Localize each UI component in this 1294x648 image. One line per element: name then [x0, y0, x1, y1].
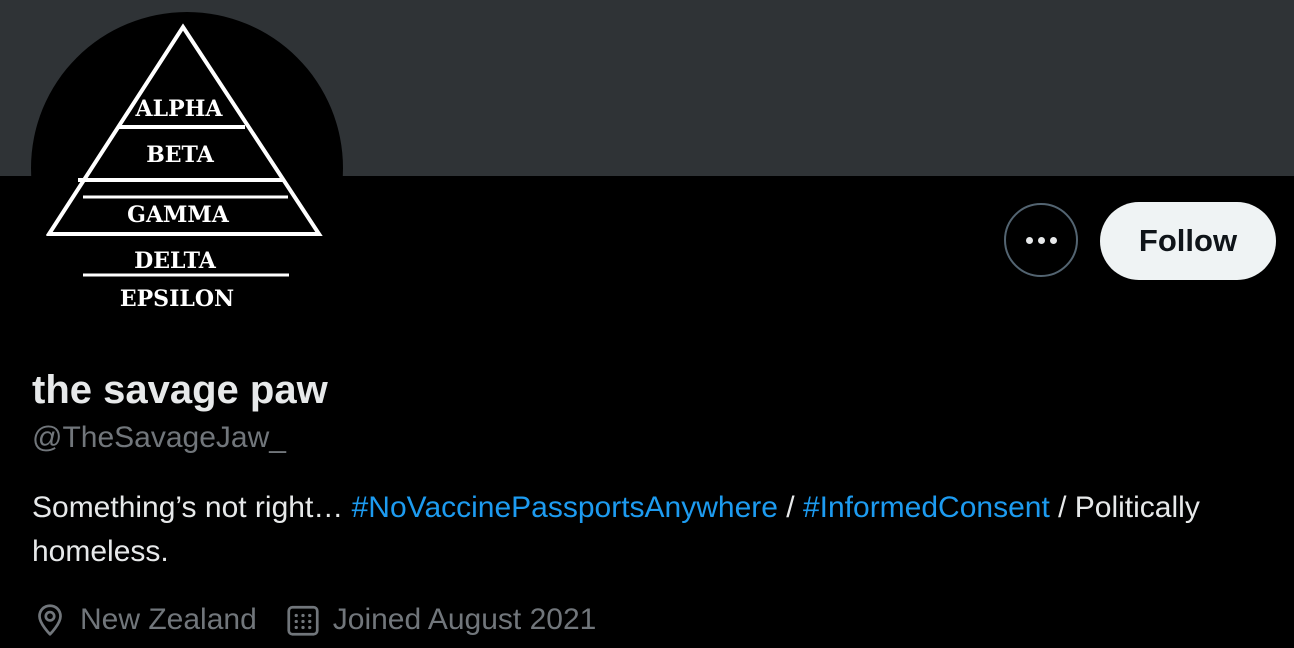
avatar[interactable]: ALPHA BETA GAMMA DELTA EPSILON [31, 12, 343, 324]
location-text: New Zealand [80, 603, 257, 636]
avatar-tier-epsilon: EPSILON [120, 286, 234, 312]
joined-date-text: Joined August 2021 [332, 603, 597, 636]
avatar-tier-beta: BETA [146, 142, 215, 168]
hashtag-link-novaccinepassports[interactable]: #NoVaccinePassportsAnywhere [352, 491, 778, 524]
avatar-tier-delta: DELTA [134, 248, 217, 274]
avatar-tier-alpha: ALPHA [135, 96, 224, 122]
user-handle: @TheSavageJaw_ [32, 421, 286, 454]
joined-item: Joined August 2021 [285, 602, 597, 638]
profile-bio: Something’s not right… #NoVaccinePasspor… [32, 486, 1272, 574]
profile-meta: New Zealand Joined August 2021 [32, 598, 624, 642]
display-name: the savage paw [32, 368, 328, 412]
calendar-icon [285, 602, 321, 638]
avatar-pyramid-image: ALPHA BETA GAMMA DELTA EPSILON [45, 23, 323, 312]
bio-text: Something’s not right… [32, 491, 352, 524]
follow-button[interactable]: Follow [1100, 202, 1276, 280]
more-horizontal-icon [1023, 236, 1059, 244]
location-pin-icon [32, 602, 68, 638]
bio-separator: / [777, 491, 803, 524]
more-options-button[interactable] [1004, 203, 1078, 277]
hashtag-link-informedconsent[interactable]: #InformedConsent [803, 491, 1050, 524]
avatar-tier-gamma: GAMMA [127, 202, 230, 228]
location-item: New Zealand [32, 602, 257, 638]
profile-header: ALPHA BETA GAMMA DELTA EPSILON Follow th… [0, 0, 1294, 648]
